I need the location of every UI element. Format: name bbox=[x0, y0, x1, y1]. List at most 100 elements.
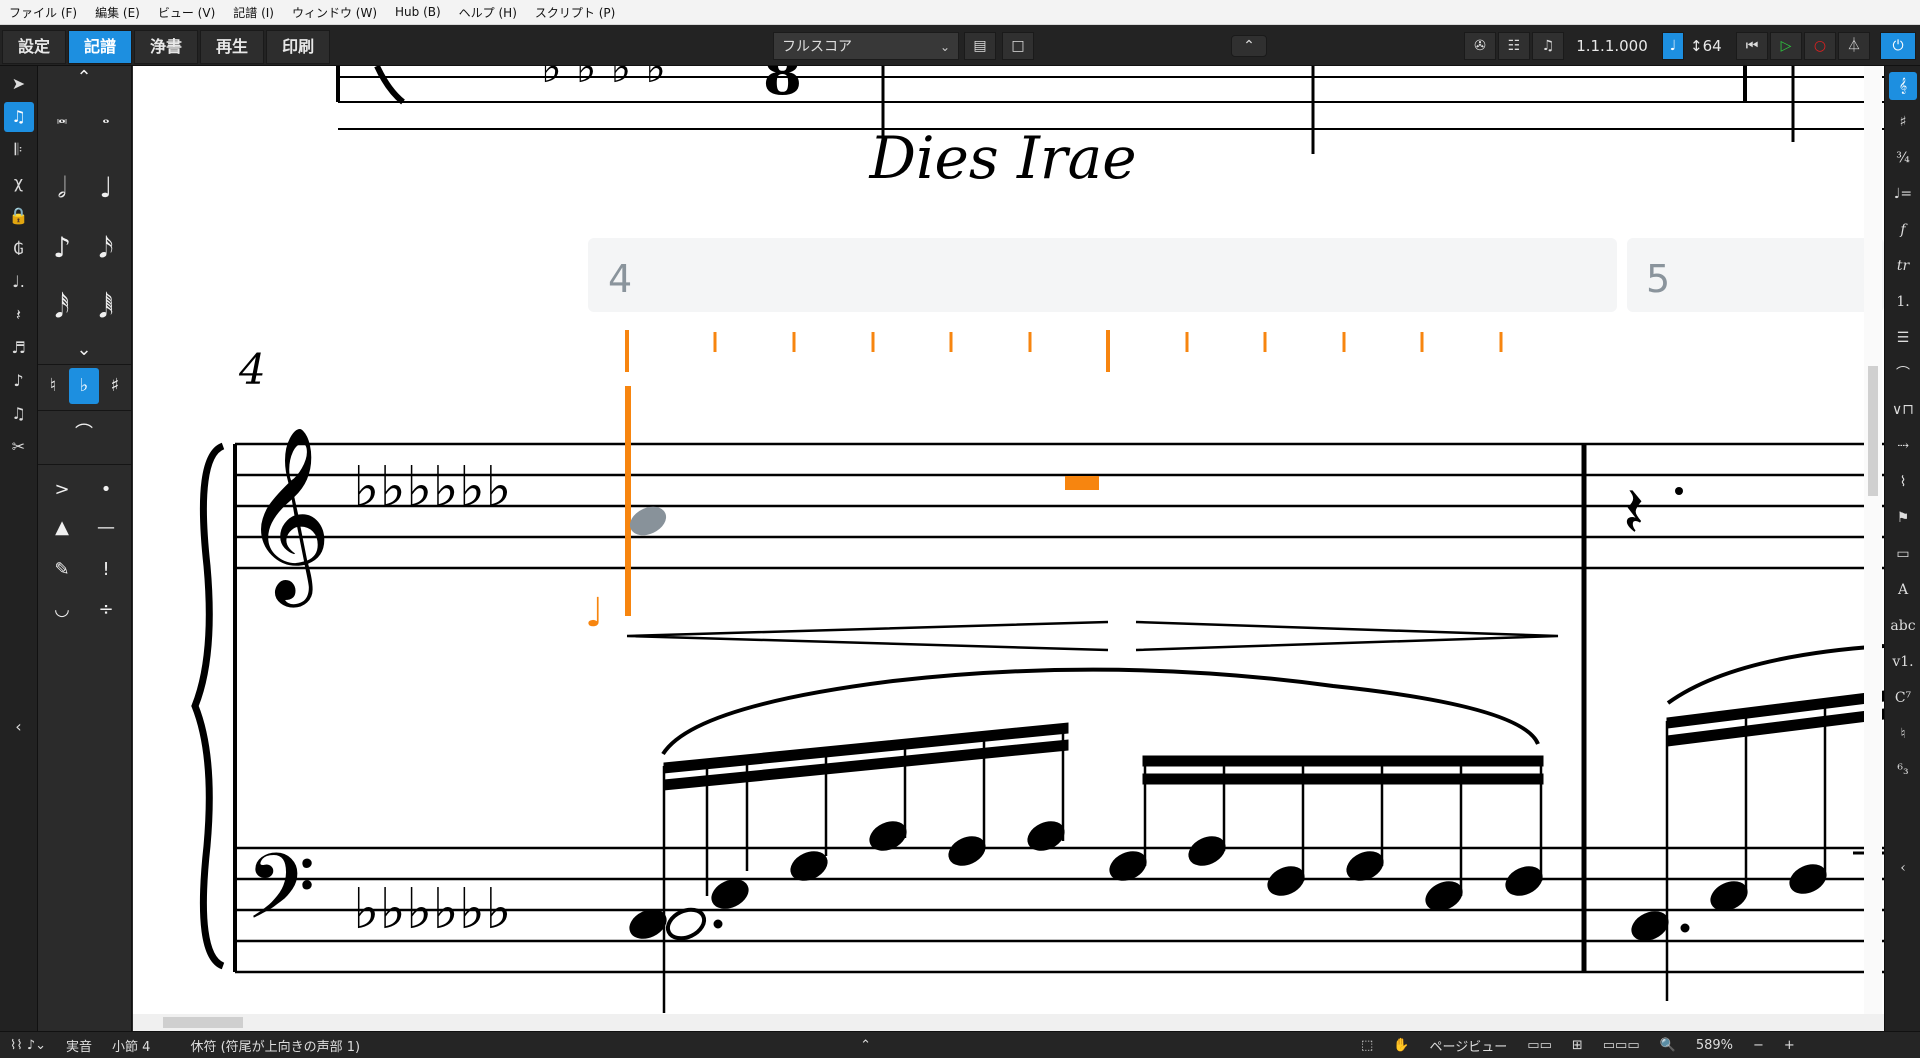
zoom-level[interactable]: 589% bbox=[1686, 1038, 1743, 1053]
bars-icon[interactable]: ☰ bbox=[1889, 324, 1917, 352]
note-input-icon[interactable]: ♫ bbox=[3, 102, 34, 132]
stress-icon[interactable]: ◡ bbox=[42, 592, 82, 628]
menu-file[interactable]: ファイル (F) bbox=[0, 4, 86, 21]
chevron-up-icon[interactable]: ⌃ bbox=[1231, 35, 1267, 57]
score-area[interactable]: ♭ ♭ ♭ ♭ 8 Dies Irae 4 5 4 𝄞 ♭♭♭♭♭♭ 𝄢 ♭♭♭… bbox=[133, 42, 1885, 1014]
rewind-to-start-icon[interactable]: ⏮ bbox=[1736, 32, 1768, 60]
text-icon[interactable]: A bbox=[1889, 576, 1917, 604]
bowing-icon[interactable]: ∨⊓ bbox=[1889, 396, 1917, 424]
tremolo-icon[interactable]: 𝄆 bbox=[4, 135, 34, 165]
key-signature-icon[interactable]: ♯ bbox=[1889, 108, 1917, 136]
chord-icon[interactable]: χ bbox=[4, 168, 34, 198]
play-icon[interactable]: ▷ bbox=[1770, 32, 1802, 60]
zoom-icon[interactable]: 🔍 bbox=[1650, 1038, 1686, 1053]
sixteenth-note-icon[interactable]: 𝅘𝅥𝅯 bbox=[86, 230, 126, 266]
hand-tool-icon[interactable]: ✋ bbox=[1383, 1038, 1419, 1053]
breve-icon[interactable]: 𝅜 bbox=[42, 100, 82, 136]
marquee-select-icon[interactable]: ⬚ bbox=[1351, 1038, 1383, 1053]
cue-icon[interactable]: ⚑ bbox=[1889, 504, 1917, 532]
quarter-note-icon[interactable]: ♩ bbox=[86, 170, 126, 206]
playing-technique-icon[interactable]: ⌇ bbox=[1889, 468, 1917, 496]
grace-note-icon[interactable]: ₲ bbox=[4, 234, 34, 264]
menu-edit[interactable]: 編集 (E) bbox=[86, 4, 149, 21]
menu-write[interactable]: 記譜 (I) bbox=[224, 4, 283, 21]
lock-icon[interactable]: 🔒 bbox=[4, 201, 34, 231]
tab-engrave[interactable]: 浄書 bbox=[134, 30, 199, 64]
grace-icon[interactable]: ♪ bbox=[4, 366, 34, 396]
slur-icon[interactable]: ⌒ bbox=[64, 416, 104, 452]
repeat-ending-icon[interactable]: 1. bbox=[1889, 288, 1917, 316]
flat-icon[interactable]: ♭ bbox=[69, 368, 99, 404]
galley-view-icon[interactable]: ▤ bbox=[964, 32, 996, 60]
view-type-select[interactable]: ページビュー bbox=[1420, 1036, 1518, 1055]
grid-view-icon[interactable]: ⊞ bbox=[1562, 1038, 1593, 1053]
bass-key-signature[interactable]: ♭♭♭♭♭♭ bbox=[353, 877, 511, 942]
whole-note-icon[interactable]: 𝅝 bbox=[86, 100, 126, 136]
chevron-up-icon[interactable]: ⌃ bbox=[64, 68, 104, 88]
wedge-icon[interactable]: ǃ bbox=[86, 552, 126, 588]
dynamics-icon[interactable]: f bbox=[1889, 216, 1917, 244]
eighth-note-icon[interactable]: ♪ bbox=[42, 230, 82, 266]
tenuto-icon[interactable]: — bbox=[86, 510, 126, 546]
verse-icon[interactable]: v1. bbox=[1889, 648, 1917, 676]
slur[interactable] bbox=[661, 667, 1540, 756]
record-icon[interactable]: ○ bbox=[1804, 32, 1836, 60]
figured-bass-icon[interactable]: ♮ bbox=[1889, 720, 1917, 748]
rest-icon[interactable]: 𝄽 bbox=[4, 300, 34, 330]
zoom-out-icon[interactable]: − bbox=[1743, 1038, 1774, 1053]
time-signature-icon[interactable]: ¾ bbox=[1889, 144, 1917, 172]
comment-icon[interactable]: ▭ bbox=[1889, 540, 1917, 568]
menu-script[interactable]: スクリプト (P) bbox=[526, 4, 624, 21]
continuous-view-icon[interactable]: ▭▭▭ bbox=[1593, 1038, 1650, 1053]
slur[interactable] bbox=[1666, 644, 1885, 705]
scissors-icon[interactable]: ✂ bbox=[4, 432, 34, 462]
menu-hub[interactable]: Hub (B) bbox=[386, 5, 450, 19]
layout-selector[interactable]: フルスコア ⌄ bbox=[773, 32, 959, 60]
bass-notes-bar4[interactable] bbox=[625, 722, 1546, 1013]
video-icon[interactable]: ✇ bbox=[1464, 32, 1496, 60]
staccatissimo-icon[interactable]: ✎ bbox=[42, 552, 82, 588]
chevron-left-icon[interactable]: ‹ bbox=[4, 712, 34, 742]
horizontal-scrollbar[interactable] bbox=[133, 1014, 1884, 1031]
bar-ruler-4[interactable] bbox=[588, 238, 1617, 312]
horizontal-scroll-thumb[interactable] bbox=[163, 1017, 243, 1028]
lyrics-icon[interactable]: abc bbox=[1889, 612, 1917, 640]
sharp-icon[interactable]: ♯ bbox=[100, 368, 130, 404]
selected-rest[interactable] bbox=[1065, 476, 1099, 490]
quarter-rest[interactable]: 𝄽 bbox=[1623, 471, 1644, 553]
page-view-icon[interactable]: □ bbox=[1002, 32, 1034, 60]
tab-print[interactable]: 印刷 bbox=[266, 30, 331, 64]
tie-icon[interactable]: ♫ bbox=[4, 399, 34, 429]
chord-symbol-icon[interactable]: C⁷ bbox=[1889, 684, 1917, 712]
dotted-note-icon[interactable]: ♩. bbox=[4, 267, 34, 297]
power-icon[interactable]: ⏻ bbox=[1880, 32, 1916, 60]
metronome-icon[interactable]: ⏃ bbox=[1838, 32, 1870, 60]
tab-write[interactable]: 記譜 bbox=[68, 30, 133, 64]
natural-icon[interactable]: ♮ bbox=[38, 368, 68, 404]
ornament-icon[interactable]: tr bbox=[1889, 252, 1917, 280]
thirtysecond-note-icon[interactable]: 𝅘𝅥𝅰 bbox=[42, 290, 82, 326]
select-arrow-icon[interactable]: ➤ bbox=[4, 69, 34, 99]
vertical-scrollbar[interactable] bbox=[1864, 66, 1882, 1014]
chevron-left-icon[interactable]: ‹ bbox=[1889, 854, 1917, 882]
fermata-icon[interactable]: ⌒ bbox=[1889, 360, 1917, 388]
tab-setup[interactable]: 設定 bbox=[2, 30, 67, 64]
tempo-icon[interactable]: ♩= bbox=[1889, 180, 1917, 208]
bass-notes-bar5[interactable] bbox=[1627, 690, 1885, 1001]
tab-play[interactable]: 再生 bbox=[200, 30, 265, 64]
quarter-note-tempo-icon[interactable]: ♩ bbox=[1662, 32, 1684, 60]
vertical-scroll-thumb[interactable] bbox=[1868, 366, 1878, 496]
treble-key-signature[interactable]: ♭♭♭♭♭♭ bbox=[353, 455, 511, 520]
chevron-down-icon[interactable]: ⌄ bbox=[64, 340, 104, 360]
line-icon[interactable]: ⇢ bbox=[1889, 432, 1917, 460]
accent-icon[interactable]: > bbox=[42, 472, 82, 508]
midi-icon[interactable]: ♫ bbox=[1532, 32, 1564, 60]
input-mode-icon[interactable]: ⌇⌇ ♪⌄ bbox=[0, 1038, 56, 1053]
treble-clef[interactable]: 𝄞 bbox=[243, 426, 332, 608]
fingering-icon[interactable]: ⁶₃ bbox=[1889, 756, 1917, 784]
menu-view[interactable]: ビュー (V) bbox=[149, 4, 224, 21]
half-note-icon[interactable]: 𝅗𝅥 bbox=[42, 170, 82, 206]
spread-view-icon[interactable]: ▭▭ bbox=[1517, 1038, 1562, 1053]
sixtyfourth-note-icon[interactable]: 𝅘𝅥𝅱 bbox=[86, 290, 126, 326]
menu-window[interactable]: ウィンドウ (W) bbox=[283, 4, 386, 21]
